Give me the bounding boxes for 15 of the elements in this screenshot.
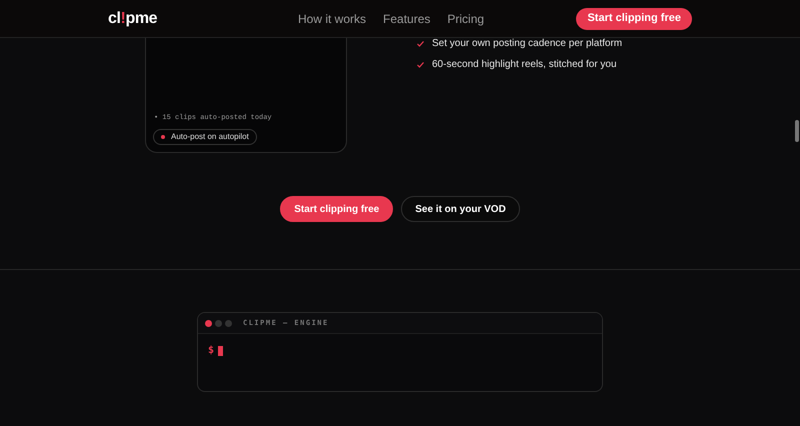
start-clipping-button[interactable]: Start clipping free	[576, 8, 692, 30]
nav-link[interactable]: How it works	[298, 10, 366, 28]
feature-text: 60-second highlight reels, stitched for you	[432, 58, 617, 72]
see-demo-button[interactable]: See it on your VOD	[401, 196, 520, 222]
check-icon	[417, 62, 424, 68]
autopilot-badge: Auto-post on autopilot	[153, 129, 257, 145]
feature-text: Set your own posting cadence per platform	[432, 37, 622, 51]
nav-link[interactable]: Pricing	[447, 10, 484, 28]
logo[interactable]: cl!pme	[108, 6, 298, 30]
prompt-symbol: $	[208, 344, 214, 358]
nav-link[interactable]: Features	[383, 10, 430, 28]
scrollbar-thumb[interactable]	[795, 120, 799, 142]
start-clipping-button[interactable]: Start clipping free	[280, 196, 394, 222]
check-icon	[417, 40, 424, 46]
cursor-icon	[218, 346, 224, 356]
